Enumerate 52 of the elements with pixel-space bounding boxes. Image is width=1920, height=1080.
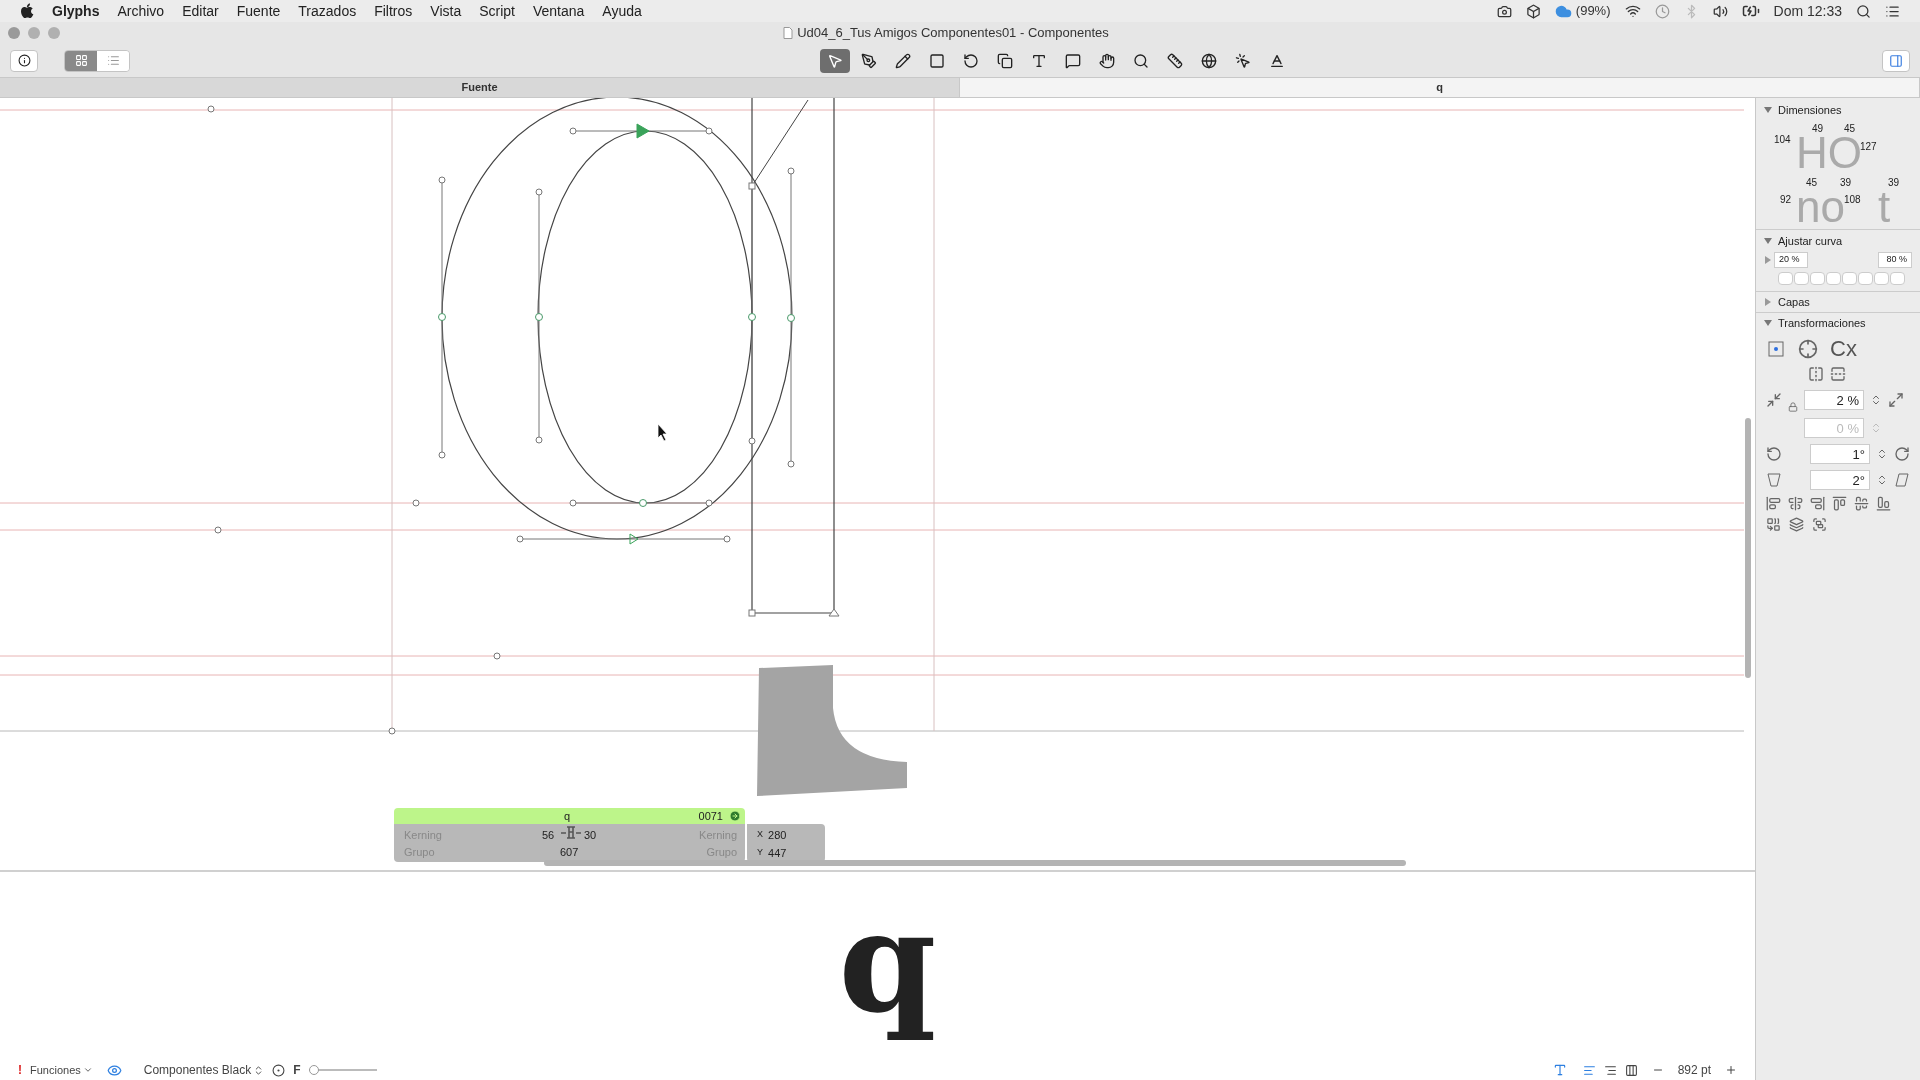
glyph-width: 607 (560, 845, 579, 860)
x-label: X (757, 828, 763, 841)
menu-item[interactable]: Fuente (236, 0, 281, 22)
zoom-value: 892 pt (1677, 1062, 1711, 1079)
dimension-value: 92 (1780, 192, 1792, 207)
app-menu[interactable]: Glyphs (52, 0, 100, 22)
menu-item[interactable]: Archivo (117, 0, 165, 22)
menu-item[interactable]: Filtros (374, 0, 413, 22)
menu-item[interactable]: Ventana (532, 0, 585, 22)
document-tab[interactable]: Fuente (0, 78, 960, 98)
window-title: Ud04_6_Tus Amigos Componentes01 - Componentes (797, 24, 1109, 43)
y-value: 447 (768, 845, 787, 861)
menu-item[interactable]: Editar (182, 0, 219, 22)
dimension-value: 49 (1812, 121, 1824, 136)
slant-field[interactable]: 2° (1810, 469, 1870, 490)
dimension-glyphs: no (1796, 188, 1845, 225)
warning-mark: ! (18, 1062, 22, 1079)
dimension-value: 39 (1888, 175, 1900, 190)
menu-clock[interactable]: Dom 12:33 (1773, 0, 1842, 22)
rotate-field[interactable]: 1° (1810, 443, 1870, 464)
left-sidebearing: 56 (542, 828, 555, 843)
menu-item[interactable]: Script (479, 0, 515, 22)
dimension-value: 127 (1860, 139, 1877, 154)
dimension-glyphs: HO (1796, 134, 1862, 171)
document-tab[interactable]: q (960, 78, 1920, 98)
section-title[interactable]: Capas (1778, 293, 1810, 310)
dimension-value: 104 (1774, 132, 1791, 147)
right-sidebearing: 30 (584, 828, 597, 843)
y-label: Y (757, 845, 763, 859)
curve-min-field[interactable]: 20 % (1774, 252, 1808, 268)
center-x-label[interactable]: Cx (1830, 337, 1857, 360)
dimension-value: 45 (1806, 175, 1818, 190)
section-title[interactable]: Transformaciones (1778, 315, 1866, 332)
glyph-name: q (564, 808, 571, 824)
scale-field[interactable]: 2 % (1804, 389, 1864, 410)
section-title[interactable]: Ajustar curva (1778, 232, 1843, 249)
menu-item[interactable]: Ayuda (602, 0, 642, 22)
battery-percent: (99%) (1575, 2, 1611, 21)
features-dropdown[interactable]: Funciones (30, 1061, 93, 1079)
dimension-value: 45 (1844, 121, 1856, 136)
curve-max-field[interactable]: 80 % (1878, 252, 1912, 268)
glyph-preview: q (838, 879, 937, 1046)
x-value: 280 (768, 828, 787, 843)
dimension-value: 108 (1844, 192, 1861, 207)
dimension-value: 39 (1840, 175, 1852, 190)
menu-item[interactable]: Trazados (298, 0, 357, 22)
section-title[interactable]: Dimensiones (1778, 102, 1842, 119)
dimension-glyphs: t (1878, 188, 1891, 225)
unicode-value: 0071 (698, 808, 723, 824)
menu-item[interactable]: Vista (430, 0, 462, 22)
f-label: F (293, 1062, 301, 1079)
master-dropdown[interactable]: Componentes Black (143, 1061, 265, 1079)
